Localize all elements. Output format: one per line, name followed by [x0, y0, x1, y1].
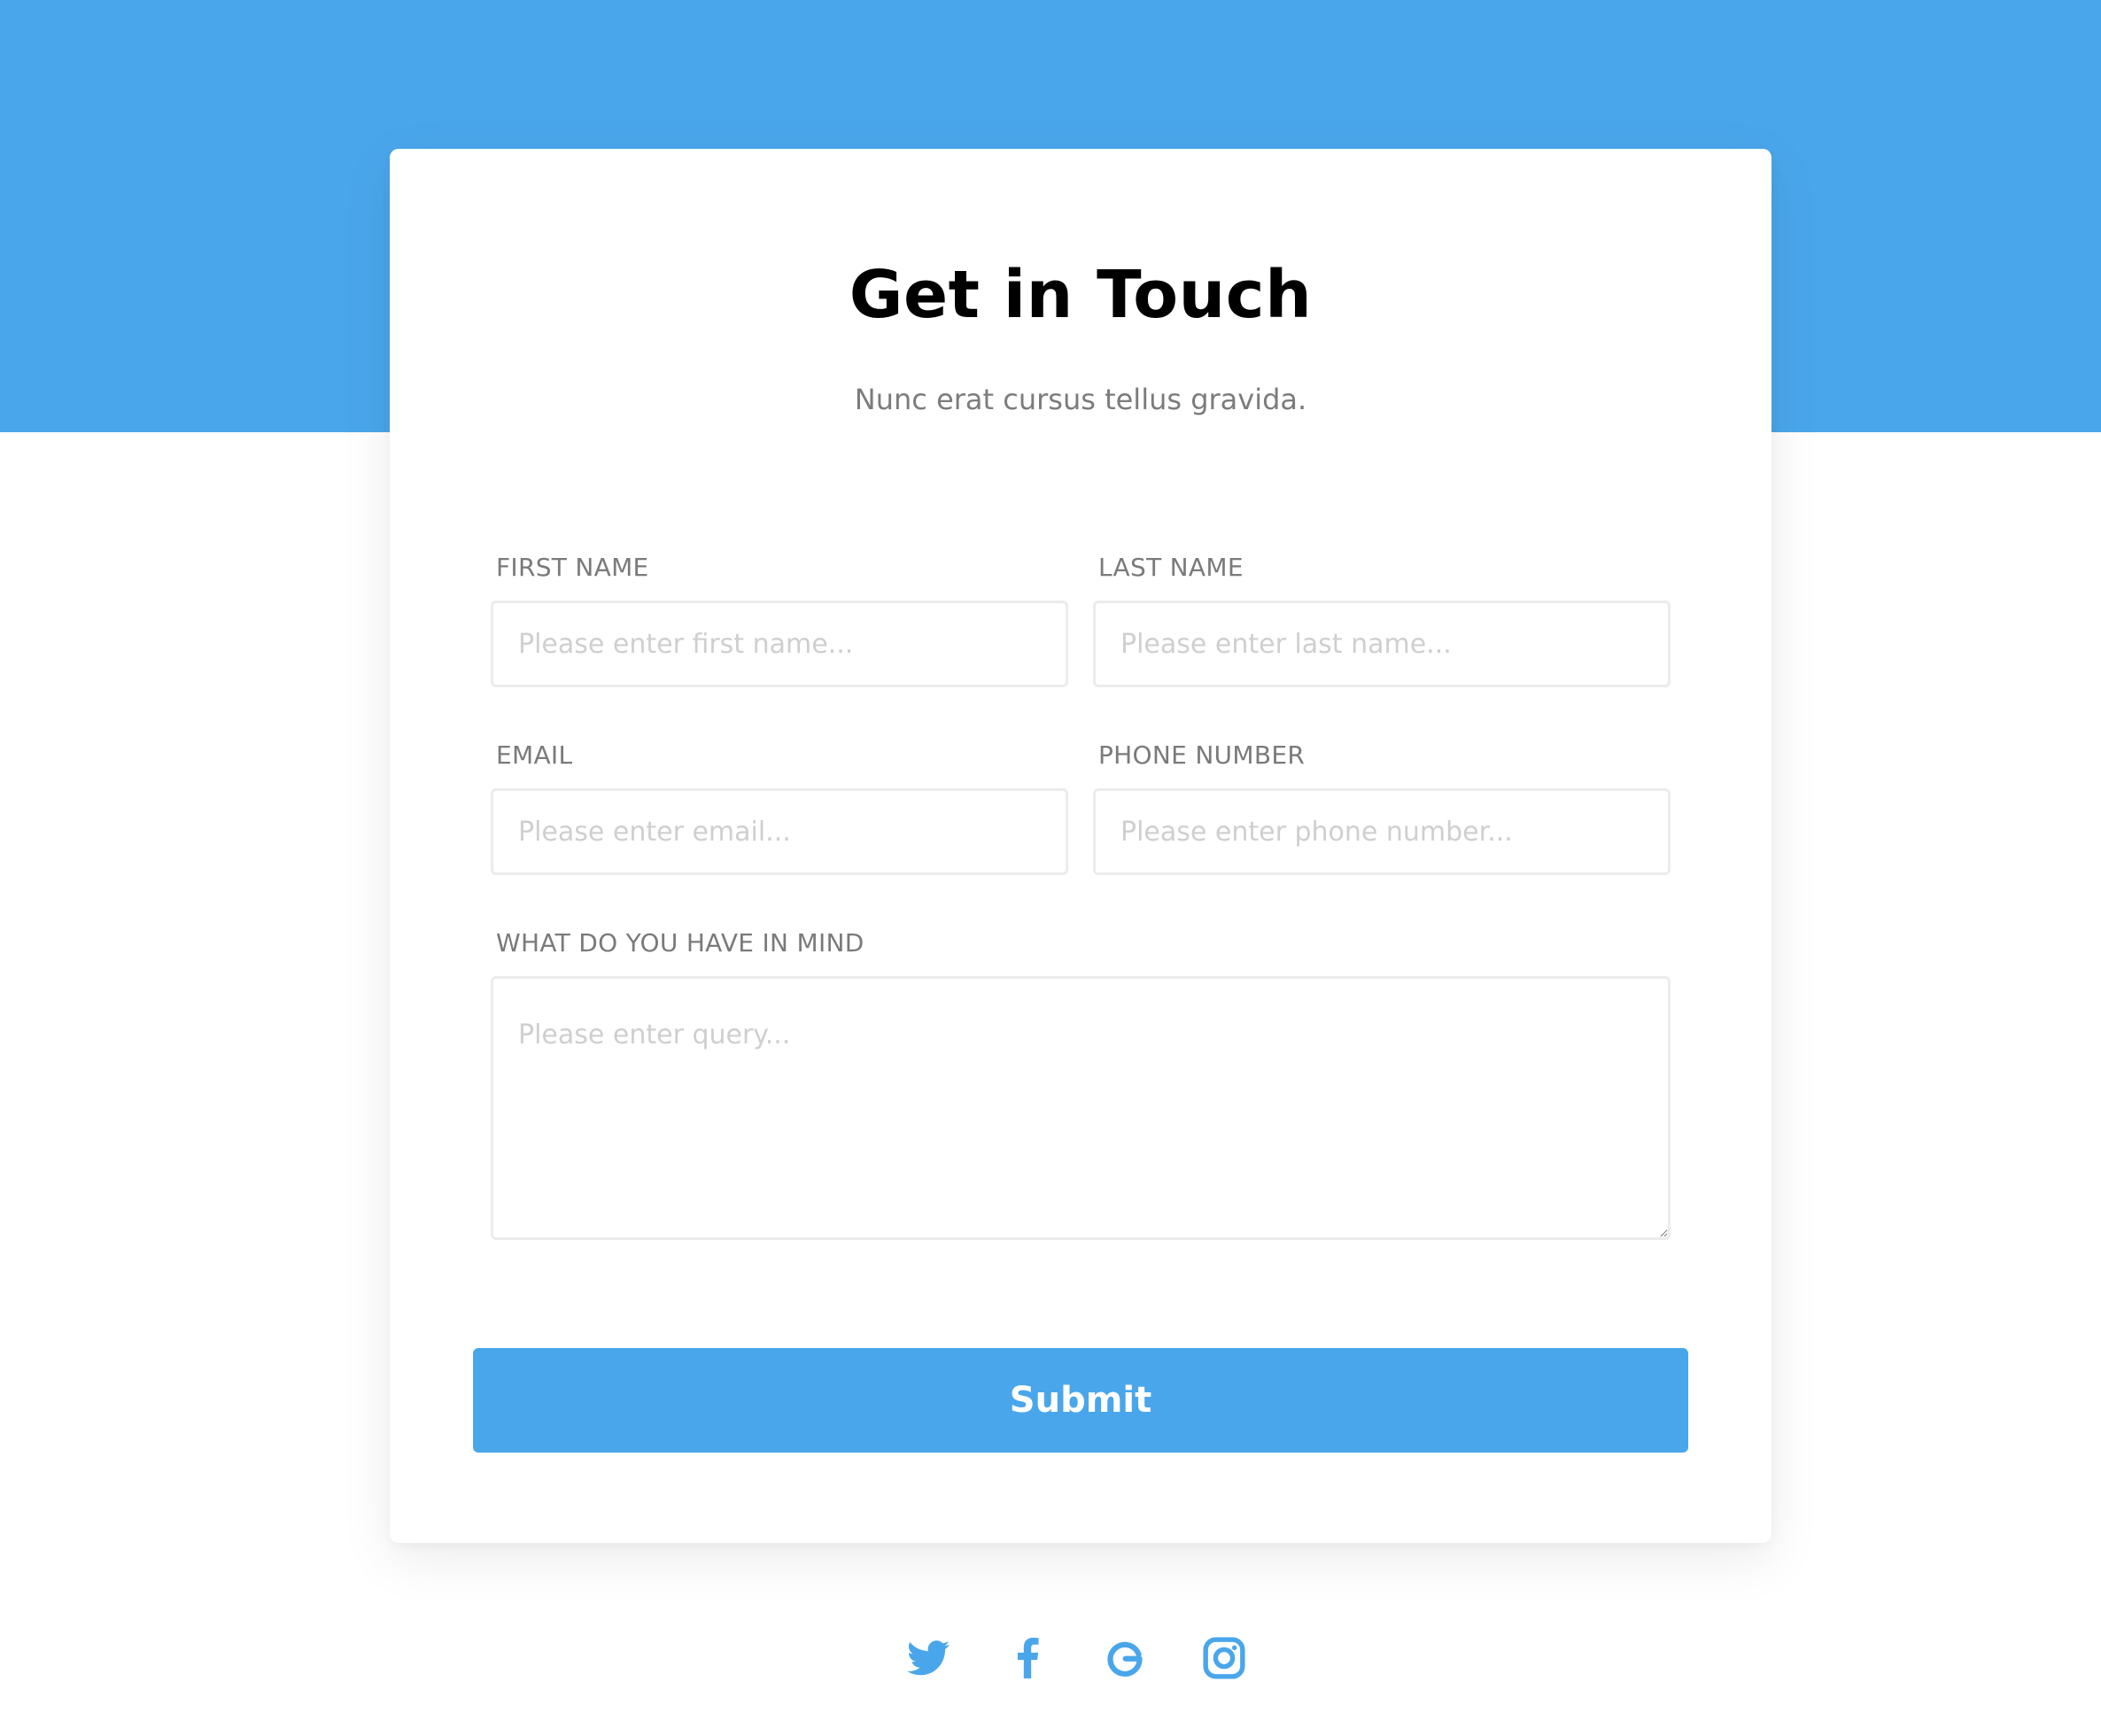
last-name-label: LAST NAME [1098, 553, 1244, 582]
google-icon[interactable] [1098, 1631, 1151, 1685]
last-name-input[interactable] [1093, 601, 1671, 687]
social-links [902, 1631, 1274, 1685]
page-subtitle: Nunc erat cursus tellus gravida. [854, 383, 1307, 416]
twitter-icon[interactable] [902, 1631, 955, 1685]
page-title: Get in Touch [849, 257, 1313, 333]
first-name-input[interactable] [491, 601, 1068, 687]
query-textarea[interactable] [491, 976, 1671, 1240]
phone-number-input[interactable] [1093, 788, 1671, 875]
query-label: WHAT DO YOU HAVE IN MIND [496, 928, 864, 957]
email-input[interactable] [491, 788, 1068, 875]
instagram-icon[interactable] [1198, 1631, 1251, 1685]
submit-button[interactable]: Submit [473, 1348, 1688, 1453]
phone-number-label: PHONE NUMBER [1098, 740, 1306, 770]
first-name-label: FIRST NAME [496, 553, 649, 582]
email-label: EMAIL [496, 740, 573, 770]
contact-form-card: Get in Touch Nunc erat cursus tellus gra… [390, 149, 1772, 1543]
facebook-icon[interactable] [1001, 1631, 1054, 1685]
